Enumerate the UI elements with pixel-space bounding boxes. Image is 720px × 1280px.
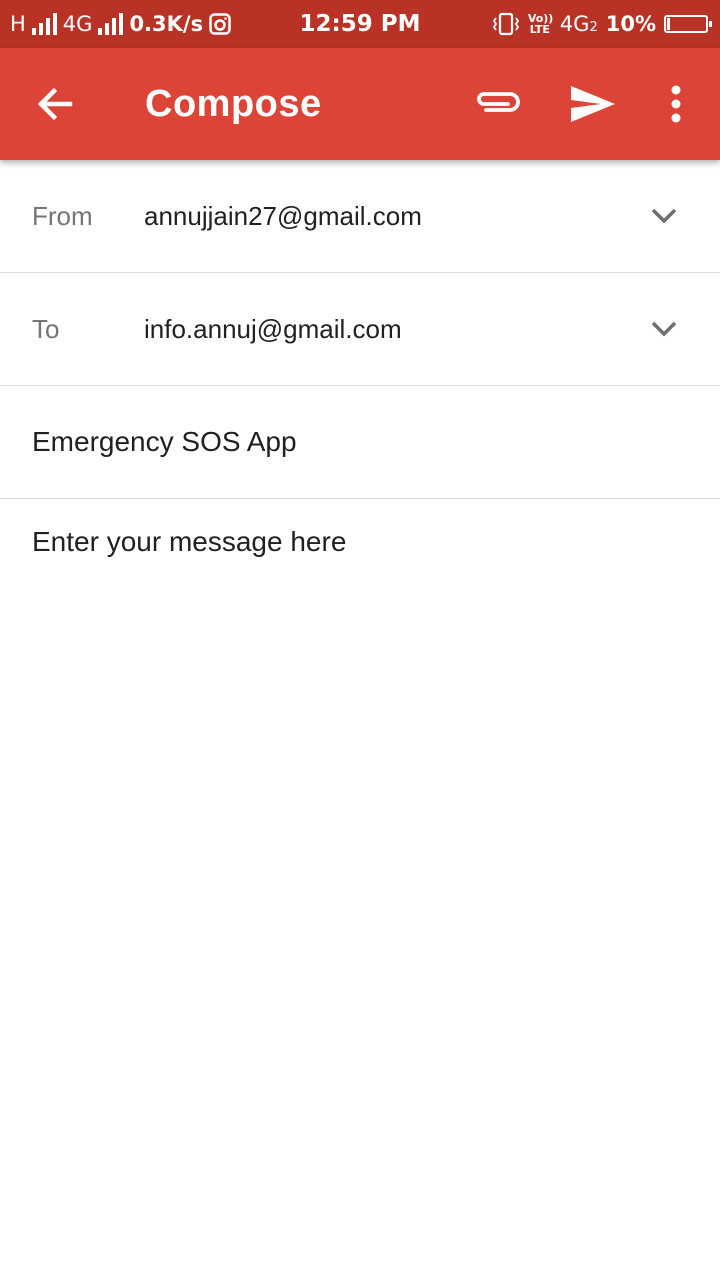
volte-indicator: Vo)) LTE [527, 12, 554, 36]
status-bar-right: Vo)) LTE 4G 2 10% [492, 0, 712, 48]
from-row: From annujjain27@gmail.com [0, 160, 720, 273]
to-label: To [32, 313, 60, 344]
send-button[interactable] [565, 78, 621, 130]
to-row: To info.annuj@gmail.com [0, 273, 720, 386]
more-vert-icon [671, 85, 681, 123]
chevron-down-icon[interactable] [648, 200, 680, 232]
from-account-value[interactable]: annujjain27@gmail.com [144, 160, 422, 272]
to-field[interactable]: info.annuj@gmail.com [144, 273, 402, 385]
message-body-field[interactable]: Enter your message here [32, 526, 346, 558]
back-arrow-icon [37, 87, 73, 121]
signal-icon [98, 13, 124, 35]
back-button[interactable] [30, 82, 82, 126]
status-bar-left: H 4G 0.3K/s [10, 0, 231, 48]
battery-percent: 10% [605, 12, 656, 36]
vibrate-icon [492, 12, 519, 36]
status-bar: H 4G 0.3K/s 12:59 PM Vo)) LTE 4G 2 10% [0, 0, 720, 48]
network-type-1: H [10, 12, 26, 36]
chevron-down-icon[interactable] [648, 313, 680, 345]
subject-field[interactable]: Emergency SOS App [32, 386, 297, 498]
page-title: Compose [145, 82, 322, 125]
network-type-3: 4G 2 [559, 12, 598, 36]
battery-icon [664, 15, 712, 33]
network-speed: 0.3K/s [129, 12, 204, 36]
send-icon [571, 86, 615, 122]
attach-button[interactable] [470, 80, 524, 128]
attach-icon [477, 92, 520, 112]
signal-icon [31, 13, 57, 35]
instagram-icon [209, 13, 231, 35]
network-type-2: 4G [62, 12, 93, 36]
subject-row: Emergency SOS App [0, 386, 720, 499]
more-options-button[interactable] [660, 78, 692, 130]
from-label: From [32, 200, 93, 231]
app-bar: Compose [0, 48, 720, 160]
